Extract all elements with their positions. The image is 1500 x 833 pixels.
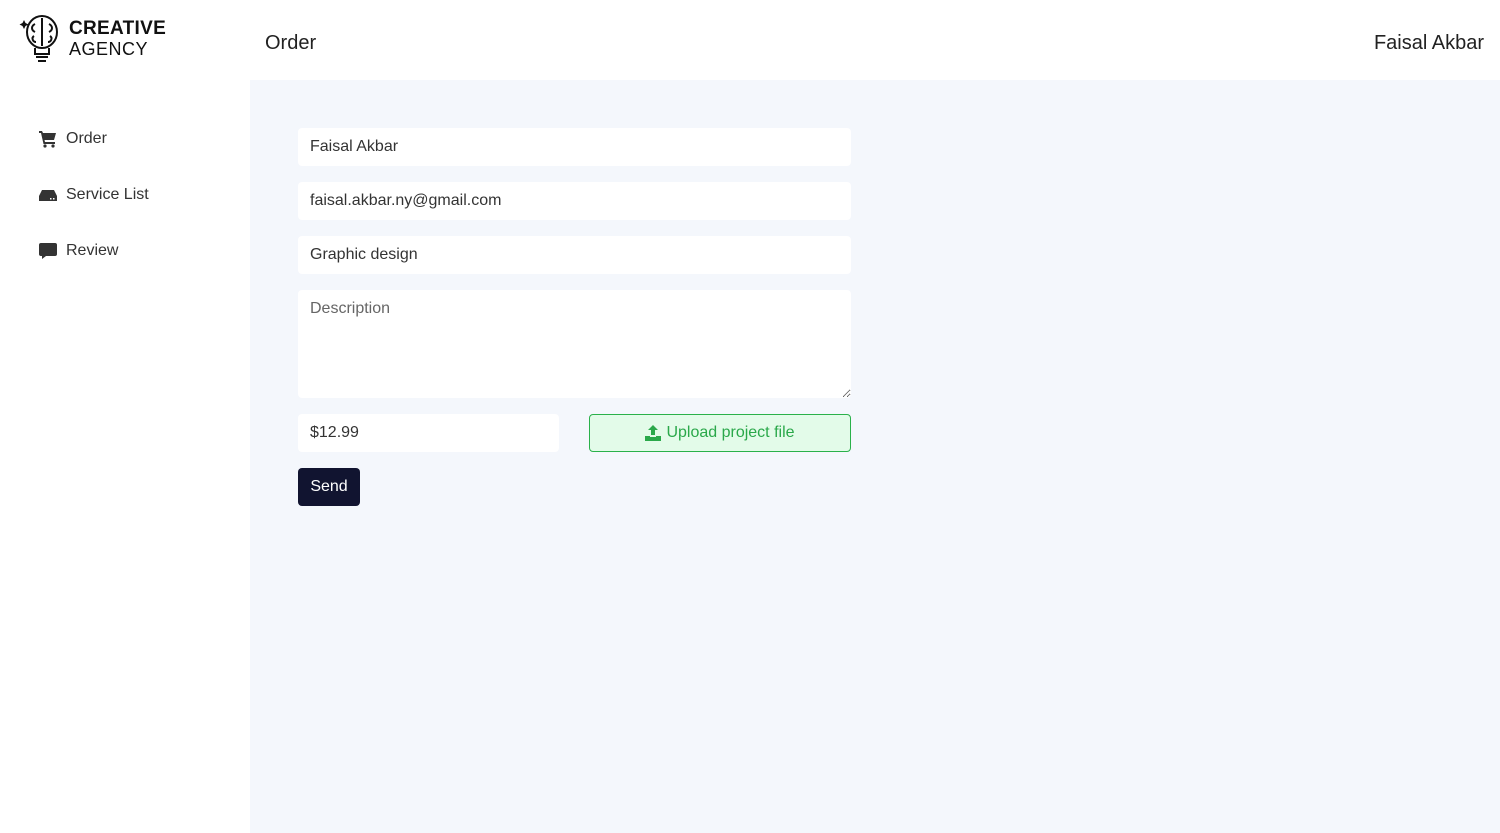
service-input[interactable] bbox=[298, 236, 851, 274]
sidebar-item-service-list[interactable]: Service List bbox=[39, 186, 149, 204]
brand-logo[interactable]: CREATIVE AGENCY bbox=[18, 14, 166, 64]
sidebar: CREATIVE AGENCY Order Service List Revie… bbox=[0, 0, 250, 833]
sidebar-item-review[interactable]: Review bbox=[39, 242, 118, 260]
name-input[interactable] bbox=[298, 128, 851, 166]
upload-icon bbox=[645, 425, 662, 441]
send-button[interactable]: Send bbox=[298, 468, 360, 506]
user-name[interactable]: Faisal Akbar bbox=[1374, 32, 1484, 55]
brand-line1: CREATIVE bbox=[69, 18, 167, 39]
sidebar-item-order[interactable]: Order bbox=[39, 130, 107, 148]
brand-line2: AGENCY bbox=[69, 39, 149, 59]
email-input[interactable] bbox=[298, 182, 851, 220]
sidebar-item-label: Review bbox=[66, 242, 119, 259]
upload-project-file-button[interactable]: Upload project file bbox=[589, 414, 851, 452]
sidebar-item-label: Service List bbox=[66, 186, 149, 203]
main-content: Upload project file Send bbox=[250, 80, 1500, 833]
description-textarea[interactable] bbox=[298, 290, 851, 398]
comment-icon bbox=[39, 243, 57, 259]
upload-label: Upload project file bbox=[666, 424, 795, 441]
sidebar-item-label: Order bbox=[66, 130, 107, 147]
page-title: Order bbox=[265, 32, 317, 54]
cart-icon bbox=[39, 131, 56, 148]
hdd-icon bbox=[39, 190, 57, 201]
price-input[interactable] bbox=[298, 414, 559, 452]
brain-bulb-icon bbox=[19, 15, 58, 62]
